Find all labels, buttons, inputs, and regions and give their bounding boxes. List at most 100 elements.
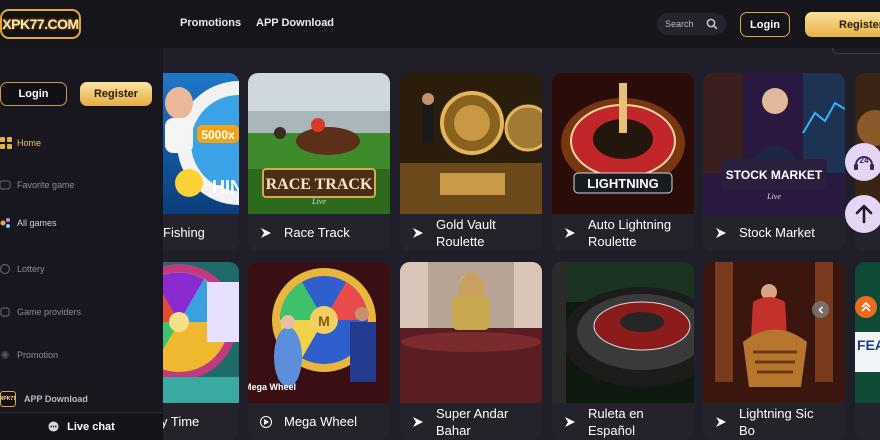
- game-thumbnail: [400, 262, 542, 403]
- sidebar-login-button[interactable]: Login: [0, 82, 67, 106]
- game-title-line2: Roulette: [588, 233, 637, 249]
- svg-text:24: 24: [860, 156, 869, 165]
- evolution-play-icon: [716, 416, 726, 427]
- game-card-mega-wheel[interactable]: M Mega Wheel Mega Wheel: [248, 262, 390, 440]
- support-24h-icon: 24: [854, 156, 874, 170]
- game-card-footer: Gold Vault Roulette: [400, 214, 542, 251]
- evolution-play-icon: [565, 227, 575, 238]
- sidebar-item-all-games[interactable]: All games: [0, 212, 163, 234]
- game-card-featured-partial[interactable]: FEATUR GAM: [855, 262, 880, 440]
- game-title-line1: Gold Vault: [436, 216, 496, 232]
- game-title: Mega Wheel: [284, 414, 357, 429]
- thumb-5000x: 5000x: [201, 128, 235, 142]
- game-title-line2: Español: [588, 422, 635, 438]
- svg-text:HING: HING: [212, 177, 239, 197]
- game-card-footer: Lightning Sic Bo: [703, 403, 845, 440]
- game-thumbnail: STOCK MARKET Live: [703, 73, 845, 214]
- sidebar-item-label: Favorite game: [17, 180, 75, 190]
- game-card-footer: Stock Market: [703, 214, 845, 251]
- heart-icon: [0, 180, 11, 190]
- thumb-race-track: RACE TRACK: [266, 176, 373, 193]
- chat-bubble-icon: [48, 421, 59, 432]
- sidebar-item-label: All games: [17, 218, 57, 228]
- live-chat-label: Live chat: [67, 420, 115, 433]
- game-title-line2: Roulette: [436, 233, 485, 249]
- thumb-stock-market: STOCK MARKET: [726, 168, 823, 182]
- search-box[interactable]: [657, 13, 726, 35]
- evolution-play-icon: [565, 416, 575, 427]
- home-grid-icon: [0, 137, 12, 149]
- live-chat-button[interactable]: Live chat: [0, 412, 163, 440]
- game-card-super-andar-bahar[interactable]: Super Andar Bahar: [400, 262, 542, 440]
- game-card-footer: Auto Lightning Roulette: [552, 214, 694, 251]
- thumb-mega-wheel: Mega Wheel: [248, 382, 296, 392]
- carousel-prev-button[interactable]: [812, 301, 829, 318]
- game-card-gold-vault-roulette[interactable]: Gold Vault Roulette: [400, 73, 542, 251]
- game-card-footer: [855, 403, 880, 440]
- game-thumbnail: [400, 73, 542, 214]
- search-icon[interactable]: [706, 18, 718, 30]
- evolution-play-icon: [413, 227, 423, 238]
- customer-service-24h-button[interactable]: 24: [845, 143, 880, 181]
- thumb-featured: FEATUR GAM: [857, 337, 880, 353]
- game-card-auto-lightning-roulette[interactable]: LIGHTNING Auto Lightning Roulette: [552, 73, 694, 251]
- game-title-line2: Bo: [739, 422, 755, 438]
- game-title-line1: Auto Lightning: [588, 216, 672, 232]
- joystick-icon: [0, 218, 10, 228]
- game-thumbnail: RACE TRACK Live: [248, 73, 390, 214]
- game-title-line2: Bahar: [436, 422, 471, 438]
- gift-icon: [1, 351, 9, 359]
- game-card-stock-market[interactable]: STOCK MARKET Live Stock Market: [703, 73, 845, 251]
- sidebar-item-promotion[interactable]: Promotion: [0, 344, 163, 366]
- app-logo-icon: XPK77: [0, 391, 16, 407]
- provider-icon: [0, 307, 10, 317]
- game-card-footer: Super Andar Bahar: [400, 403, 542, 440]
- game-title-line1: Lightning Sic: [739, 405, 814, 421]
- casino-app: XPK77.COM Promotions APP Download Login …: [0, 0, 880, 440]
- svg-text:Live: Live: [766, 192, 781, 201]
- sidebar-item-label: Promotion: [17, 350, 59, 360]
- sidebar: Login Register Home Favorite game All ga…: [0, 48, 163, 440]
- sidebar-item-favorite[interactable]: Favorite game: [0, 174, 163, 196]
- sidebar-register-button[interactable]: Register: [80, 82, 152, 106]
- scroll-to-top-button[interactable]: [845, 195, 880, 233]
- game-title: y Time: [161, 414, 200, 429]
- nav-app-download[interactable]: APP Download: [256, 17, 334, 29]
- game-card-lightning-sic-bo[interactable]: Lightning Sic Bo: [703, 262, 845, 440]
- chevron-left-icon: [817, 305, 823, 314]
- evolution-play-icon: [261, 227, 271, 238]
- site-logo[interactable]: XPK77.COM: [0, 9, 81, 39]
- search-input[interactable]: [665, 19, 707, 29]
- nav-promotions[interactable]: Promotions: [180, 17, 241, 29]
- header-register-button[interactable]: Register: [805, 12, 880, 37]
- double-chevron-up-icon: [861, 301, 871, 312]
- promo-float-button[interactable]: [855, 296, 877, 318]
- game-thumbnail: FEATUR GAM: [855, 262, 880, 403]
- lottery-ball-icon: [0, 263, 11, 275]
- game-card-race-track[interactable]: RACE TRACK Live Race Track: [248, 73, 390, 251]
- top-header: XPK77.COM Promotions APP Download Login …: [0, 0, 880, 48]
- sidebar-item-label: Home: [17, 138, 42, 148]
- game-card-footer: Race Track: [248, 214, 390, 251]
- header-login-button[interactable]: Login: [740, 12, 790, 37]
- game-card-footer: Ruleta en Español: [552, 403, 694, 440]
- sidebar-app-download[interactable]: XPK77 APP Download: [0, 388, 163, 410]
- evolution-play-icon: [413, 416, 423, 427]
- game-title: Race Track: [284, 225, 350, 240]
- game-thumbnail: M Mega Wheel: [248, 262, 390, 403]
- game-thumbnail: LIGHTNING: [552, 73, 694, 214]
- game-thumbnail: [703, 262, 845, 403]
- evolution-play-icon: [716, 227, 726, 238]
- pragmatic-play-icon: [260, 415, 272, 428]
- sidebar-item-lottery[interactable]: Lottery: [0, 258, 163, 280]
- sidebar-item-label: Lottery: [17, 264, 45, 274]
- game-card-ruleta-en-espanol[interactable]: Ruleta en Español: [552, 262, 694, 440]
- svg-text:M: M: [318, 313, 330, 329]
- sidebar-item-game-providers[interactable]: Game providers: [0, 301, 163, 323]
- thumb-lightning: LIGHTNING: [587, 176, 659, 191]
- arrow-up-icon: [855, 204, 873, 224]
- sidebar-item-label: APP Download: [24, 394, 88, 404]
- sidebar-item-label: Game providers: [17, 307, 82, 317]
- sidebar-item-home[interactable]: Home: [0, 132, 163, 154]
- game-title-line1: Super Andar: [436, 405, 509, 421]
